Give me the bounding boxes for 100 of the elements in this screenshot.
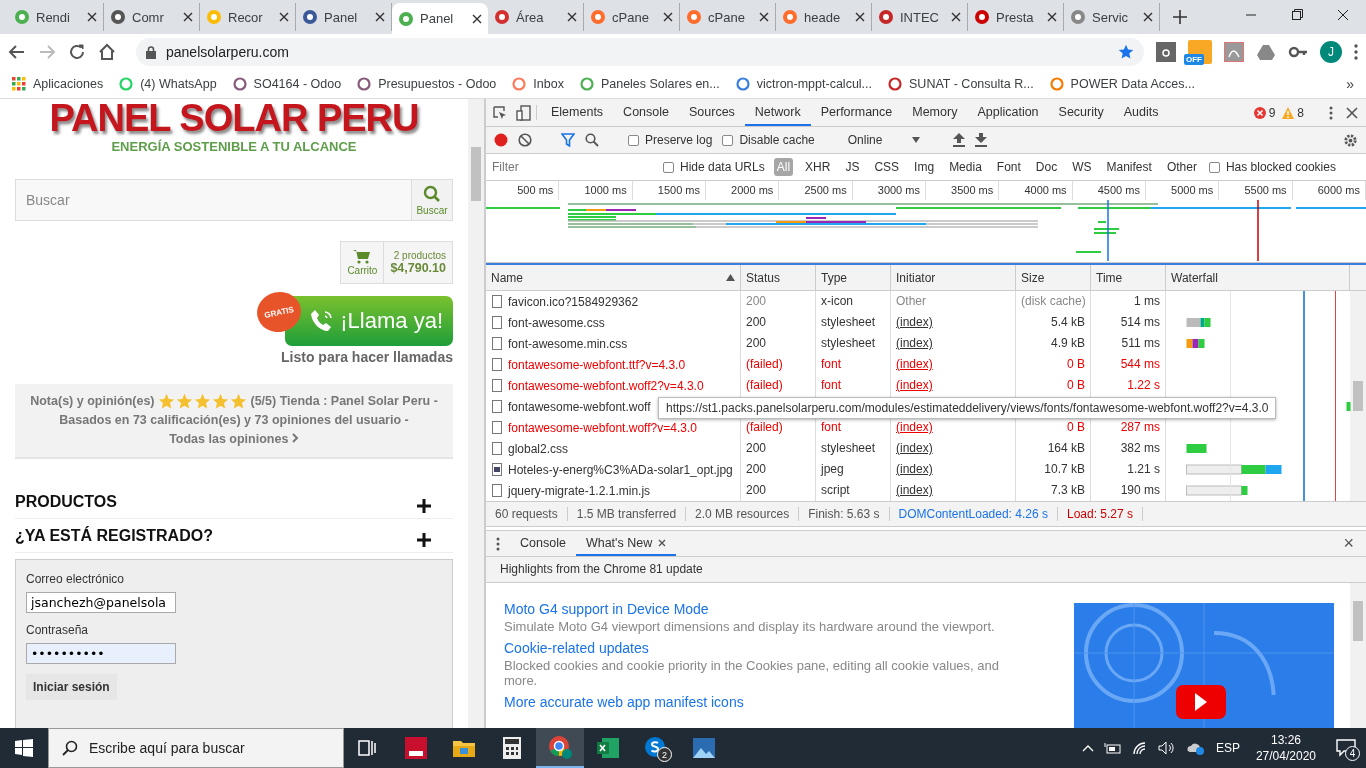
upload-icon[interactable] [953, 133, 966, 147]
cart-summary[interactable]: Carrito 2 productos $4,790.10 [340, 241, 453, 284]
devtools-tab[interactable]: Application [967, 99, 1049, 126]
battery-icon[interactable] [1103, 742, 1122, 754]
request-name[interactable]: fontawesome-webfont.ttf?v=4.3.0 [508, 357, 686, 372]
devtools-tab[interactable]: Security [1048, 99, 1114, 126]
close-icon[interactable] [472, 13, 482, 24]
chrome-icon[interactable] [547, 734, 573, 760]
browser-tab[interactable]: Presta [968, 3, 1064, 31]
photos-icon[interactable] [692, 737, 716, 759]
type-filter[interactable]: Doc [1032, 158, 1061, 176]
browser-tab[interactable]: heade [776, 3, 872, 31]
bookmark-star-icon[interactable] [1118, 44, 1134, 60]
close-icon[interactable] [759, 12, 769, 22]
scrollbar[interactable] [1350, 583, 1366, 728]
settings-icon[interactable] [1343, 132, 1358, 148]
close-drawer-button[interactable]: × [1331, 531, 1366, 556]
column-header[interactable]: Name [486, 265, 741, 290]
error-count[interactable]: 9 [1268, 105, 1276, 120]
extension-icon[interactable] [1156, 42, 1176, 62]
close-icon[interactable] [951, 12, 961, 22]
spreadsheet-icon[interactable] [596, 737, 620, 759]
bookmark[interactable]: Aplicaciones [12, 77, 104, 91]
task-view-icon[interactable] [357, 737, 379, 759]
checkbox[interactable]: Hide data URLs [663, 160, 765, 174]
browser-tab[interactable]: Panel [296, 3, 392, 31]
devtools-tab[interactable]: Memory [902, 99, 968, 126]
email-field[interactable]: jsanchezh@panelsola [26, 592, 176, 613]
close-icon[interactable] [375, 12, 385, 22]
browser-tab[interactable]: Recor [200, 3, 296, 31]
devtools-tab[interactable]: Console [613, 99, 679, 126]
type-filter[interactable]: Manifest [1103, 158, 1155, 176]
type-filter[interactable]: Media [946, 158, 985, 176]
input-language[interactable]: ESP [1215, 741, 1240, 755]
request-name[interactable]: jquery-migrate-1.2.1.min.js [508, 483, 651, 498]
checkbox[interactable]: Preserve log [628, 133, 713, 147]
type-filter[interactable]: Font [993, 158, 1024, 176]
address-bar[interactable]: panelsolarperu.com [136, 38, 1144, 66]
record-icon[interactable] [494, 133, 508, 147]
throttling-dropdown[interactable]: Online [843, 133, 925, 147]
home-icon[interactable] [98, 43, 116, 61]
warning-count[interactable]: 8 [1297, 105, 1304, 120]
login-button[interactable]: Iniciar sesión [26, 674, 117, 700]
menu-icon[interactable] [1354, 44, 1358, 60]
type-filter[interactable]: Img [911, 158, 938, 176]
clear-icon[interactable] [518, 133, 532, 147]
browser-tab[interactable]: Comr [104, 3, 200, 31]
device-icon[interactable] [516, 104, 532, 121]
bookmark[interactable]: POWER Data Acces... [1049, 77, 1195, 91]
request-name[interactable]: fontawesome-webfont.woff [508, 399, 651, 414]
close-icon[interactable] [855, 12, 865, 22]
browser-tab[interactable]: cPane [680, 3, 776, 31]
column-header[interactable]: Initiator [891, 265, 1016, 290]
request-name[interactable]: global2.css [508, 441, 569, 456]
cloud-sync-icon[interactable] [1185, 741, 1206, 755]
close-icon[interactable] [567, 12, 577, 22]
close-icon[interactable] [87, 12, 97, 22]
search-field[interactable]: Buscar [15, 179, 411, 221]
scrollbar[interactable] [1350, 291, 1366, 501]
column-header[interactable]: Waterfall [1166, 265, 1350, 290]
close-icon[interactable] [183, 12, 193, 22]
browser-tab[interactable]: Rendi [8, 3, 104, 31]
devtools-tab[interactable]: Sources [679, 99, 745, 126]
checkbox[interactable]: Has blocked cookies [1208, 160, 1336, 174]
section-header[interactable]: PRODUCTOS [15, 485, 453, 519]
type-filter[interactable]: XHR [802, 158, 834, 176]
checkbox[interactable]: Disable cache [722, 133, 815, 147]
notifications-icon[interactable] [1336, 739, 1356, 757]
close-icon[interactable] [663, 12, 673, 22]
type-filter[interactable]: CSS [871, 158, 903, 176]
column-header[interactable]: Type [816, 265, 891, 290]
password-field[interactable]: •••••••••• [26, 643, 176, 664]
close-icon[interactable] [1047, 12, 1057, 22]
type-filter[interactable]: Other [1163, 158, 1200, 176]
more-options-icon[interactable] [496, 536, 500, 551]
close-icon[interactable] [658, 538, 667, 547]
windows-start-icon[interactable] [15, 739, 33, 757]
bookmark[interactable]: Presupuestos - Odoo [357, 77, 497, 91]
browser-tab[interactable]: Panel [392, 3, 488, 34]
request-name[interactable]: font-awesome.min.css [508, 336, 628, 351]
drive-icon[interactable] [1256, 42, 1276, 62]
search-icon[interactable] [585, 133, 599, 147]
news-link[interactable]: More accurate web app manifest icons [504, 694, 1056, 710]
request-name[interactable]: font-awesome.css [508, 315, 605, 330]
type-filter[interactable]: WS [1069, 158, 1095, 176]
devtools-tab[interactable]: Performance [810, 99, 903, 126]
taskbar-search-field[interactable]: Escribe aquí para buscar [48, 728, 344, 768]
bookmark[interactable]: Paneles Solares en... [579, 77, 720, 91]
request-name[interactable]: Hoteles-y-energ%C3%ADa-solar1_opt.jpg [508, 462, 733, 477]
back-icon[interactable] [8, 43, 26, 61]
pdf-icon[interactable] [1224, 42, 1244, 62]
clock[interactable]: 13:26 27/04/2020 [1249, 732, 1322, 764]
filter-icon[interactable] [561, 133, 575, 147]
devtools-tab[interactable]: Audits [1113, 99, 1169, 126]
bookmark[interactable]: SO4164 - Odoo [232, 77, 342, 91]
type-filter[interactable]: JS [842, 158, 863, 176]
news-link[interactable]: Cookie-related updates [504, 640, 1056, 656]
drawer-tab[interactable]: Console [510, 531, 576, 556]
calculator-icon[interactable] [502, 736, 522, 760]
bookmark[interactable]: (4) WhatsApp [119, 77, 217, 91]
